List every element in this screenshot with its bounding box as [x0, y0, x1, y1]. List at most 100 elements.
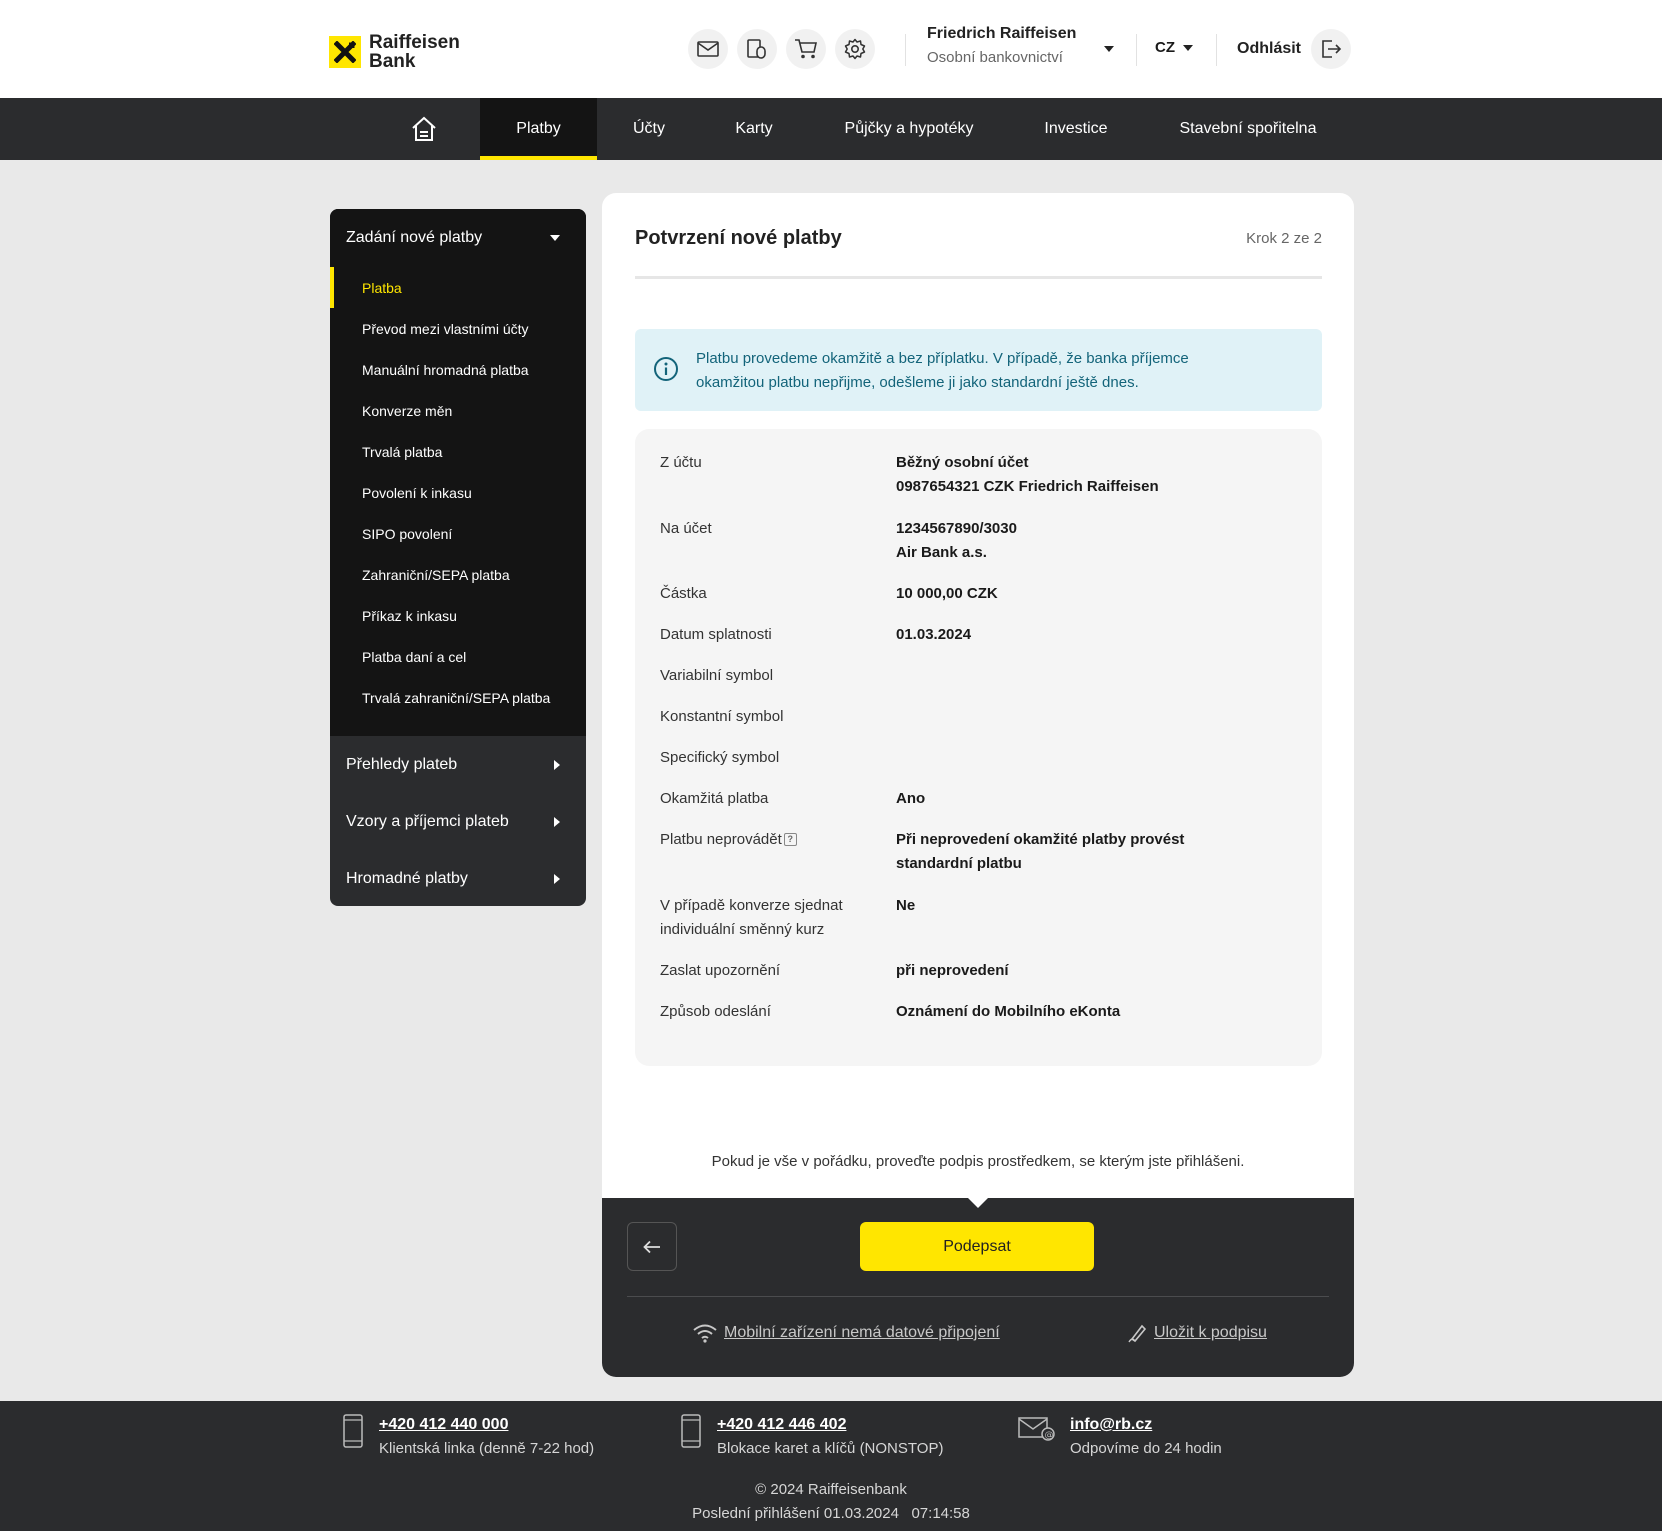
nav-karty[interactable]: Karty — [701, 98, 807, 160]
logout-button[interactable]: Odhlásit — [1237, 29, 1352, 69]
detail-label: Způsob odeslání — [660, 1003, 771, 1020]
client-line-phone[interactable]: +420 412 440 000 — [379, 1413, 594, 1437]
sidebar-item-prikaz-inkasu[interactable]: Příkaz k inkasu — [330, 595, 586, 636]
svg-text:@: @ — [1045, 1431, 1054, 1441]
last-login: Poslední přihlášení 01.03.2024 07:14:58 — [692, 1505, 970, 1522]
divider — [627, 1296, 1329, 1297]
sidebar-item-label: Platba daní a cel — [362, 648, 467, 665]
sidebar-group-vzory[interactable]: Vzory a příjemci plateb — [330, 793, 586, 850]
sidebar-item-trvala[interactable]: Trvalá platba — [330, 431, 586, 472]
offline-device-label: Mobilní zařízení nemá datové připojení — [724, 1324, 1000, 1341]
sidebar-item-trvala-zahranicni[interactable]: Trvalá zahraniční/SEPA platba — [330, 677, 586, 718]
sidebar-item-label: Trvalá platba — [362, 443, 443, 460]
help-icon[interactable]: ? — [783, 833, 797, 846]
raiffeisen-logo[interactable]: Raiffeisen Bank — [329, 33, 460, 71]
email-address[interactable]: info@rb.cz — [1070, 1413, 1222, 1437]
sidebar-item-label: Převod mezi vlastními účty — [362, 320, 529, 337]
nav-label: Stavební spořitelna — [1179, 120, 1317, 137]
detail-label: Na účet — [660, 520, 712, 537]
info-icon — [654, 357, 678, 381]
info-text-line2: okamžitou platbu nepřijme, odešleme ji j… — [696, 374, 1139, 391]
save-for-signing-link[interactable]: Uložit k podpisu — [1128, 1323, 1267, 1343]
language-select[interactable]: CZ — [1155, 39, 1193, 56]
mail-icon[interactable] — [688, 29, 728, 69]
sidebar-item-label: Platba — [362, 279, 402, 296]
detail-label: Konstantní symbol — [660, 708, 784, 725]
nav-label: Investice — [1044, 120, 1108, 137]
logout-label: Odhlásit — [1237, 40, 1302, 57]
sidebar-group-prehledy[interactable]: Přehledy plateb — [330, 736, 586, 793]
sidebar-item-label: Povolení k inkasu — [362, 484, 472, 501]
sidebar-group-label: Hromadné platby — [346, 869, 468, 887]
detail-label: Datum splatnosti — [660, 626, 772, 643]
sidebar-item-prevod[interactable]: Převod mezi vlastními účty — [330, 308, 586, 349]
nav-platby[interactable]: Platby — [480, 98, 597, 160]
user-segment: Osobní bankovnictví — [927, 49, 1063, 66]
chevron-down-icon[interactable] — [1104, 46, 1114, 52]
detail-value: Běžný osobní účet — [896, 454, 1029, 471]
logo-text-line1: Raiffeisen — [369, 32, 460, 53]
sidebar-item-manualni-hromadna[interactable]: Manuální hromadná platba — [330, 349, 586, 390]
detail-value: Při neprovedení okamžité platby provést — [896, 831, 1185, 848]
sidebar-submenu: Platba Převod mezi vlastními účty Manuál… — [330, 267, 586, 736]
documents-icon[interactable] — [737, 29, 777, 69]
user-switcher[interactable]: Friedrich Raiffeisen Osobní bankovnictví — [927, 25, 1076, 66]
nav-stavebni-sporitelna[interactable]: Stavební spořitelna — [1141, 98, 1355, 160]
sidebar-group-label: Zadání nové platby — [346, 229, 483, 246]
detail-value: 01.03.2024 — [896, 626, 972, 643]
sidebar-item-sipo[interactable]: SIPO povolení — [330, 513, 586, 554]
detail-value: Air Bank a.s. — [896, 544, 987, 561]
settings-icon[interactable] — [835, 29, 875, 69]
sidebar-group-label: Přehledy plateb — [346, 755, 458, 773]
footer-contact-card-block: +420 412 446 402 Blokace karet a klíčů (… — [679, 1413, 943, 1461]
home-icon — [412, 116, 436, 141]
footer: +420 412 440 000 Klientská linka (denně … — [0, 1401, 1662, 1531]
header-divider — [905, 34, 906, 66]
sidebar: Zadání nové platby Platba Převod mezi vl… — [330, 209, 586, 906]
sidebar-group-zadani[interactable]: Zadání nové platby — [330, 209, 586, 267]
card-block-phone[interactable]: +420 412 446 402 — [717, 1413, 943, 1437]
header-divider — [1216, 34, 1217, 66]
signature-notice: Pokud je vše v pořádku, proveďte podpis … — [711, 1153, 1245, 1170]
detail-value: standardní platbu — [896, 855, 1022, 872]
detail-value: 10 000,00 CZK — [896, 585, 998, 602]
phone-icon — [681, 1414, 701, 1448]
nav-pujcky[interactable]: Půjčky a hypotéky — [807, 98, 1011, 160]
main-nav: Platby Účty Karty Půjčky a hypotéky Inve… — [0, 98, 1662, 160]
phone-icon — [343, 1414, 363, 1448]
nav-label: Účty — [633, 120, 665, 137]
detail-label: Specifický symbol — [660, 749, 780, 766]
nav-investice[interactable]: Investice — [1011, 98, 1141, 160]
sidebar-item-povoleni-inkasu[interactable]: Povolení k inkasu — [330, 472, 586, 513]
cart-icon[interactable] — [786, 29, 826, 69]
client-line-hours: Klientská linka (denně 7-22 hod) — [379, 1440, 595, 1457]
header-divider — [1136, 34, 1137, 66]
sidebar-item-label: SIPO povolení — [362, 525, 453, 542]
offline-device-link[interactable]: Mobilní zařízení nemá datové připojení — [692, 1323, 1000, 1343]
nav-ucty[interactable]: Účty — [597, 98, 701, 160]
sign-button[interactable]: Podepsat — [860, 1222, 1094, 1271]
email-response-time: Odpovíme do 24 hodin — [1070, 1440, 1222, 1457]
detail-label: Variabilní symbol — [660, 667, 774, 684]
sidebar-item-platba[interactable]: Platba — [330, 267, 586, 308]
signature-pen-icon — [1128, 1324, 1147, 1343]
arrow-left-icon — [643, 1240, 660, 1253]
sidebar-item-label: Trvalá zahraniční/SEPA platba — [362, 689, 551, 706]
sidebar-item-label: Manuální hromadná platba — [362, 361, 529, 378]
sidebar-item-zahranicni[interactable]: Zahraniční/SEPA platba — [330, 554, 586, 595]
copyright: © 2024 Raiffeisenbank — [755, 1481, 907, 1498]
chevron-right-icon — [554, 816, 560, 827]
footer-contact-client-line: +420 412 440 000 Klientská linka (denně … — [341, 1413, 594, 1461]
step-indicator: Krok 2 ze 2 — [1246, 230, 1322, 247]
sidebar-group-hromadne[interactable]: Hromadné platby — [330, 850, 586, 906]
payment-confirmation-card: Potvrzení nové platby Krok 2 ze 2 Platbu… — [602, 193, 1354, 1377]
sidebar-item-dane-cla[interactable]: Platba daní a cel — [330, 636, 586, 677]
chevron-right-icon — [554, 873, 560, 884]
chevron-down-icon — [550, 235, 560, 241]
language-value: CZ — [1155, 39, 1175, 56]
logo-text-line2: Bank — [369, 51, 416, 72]
sidebar-item-konverze[interactable]: Konverze měn — [330, 390, 586, 431]
detail-value: Oznámení do Mobilního eKonta — [896, 1003, 1121, 1020]
nav-home[interactable] — [368, 98, 480, 160]
back-button[interactable] — [627, 1222, 677, 1271]
